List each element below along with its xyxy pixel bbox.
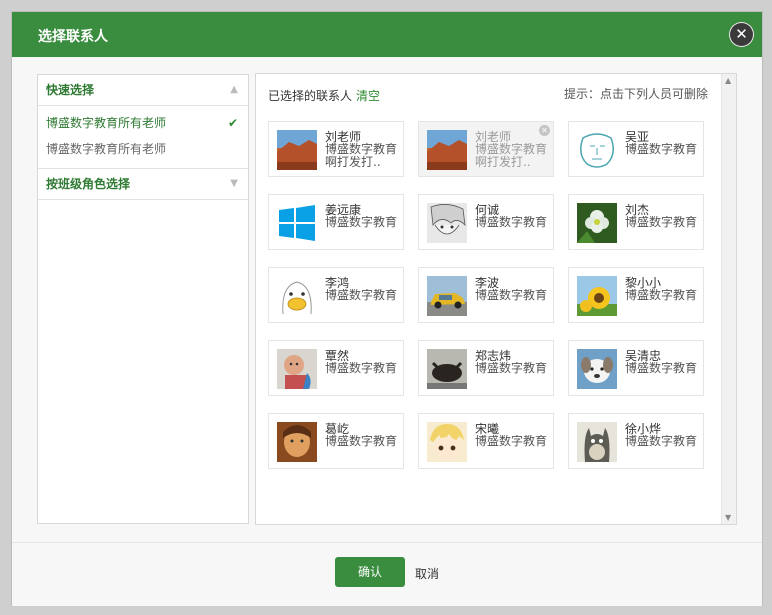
class-role-select-label: 按班级角色选择 bbox=[46, 177, 131, 191]
contact-card[interactable]: 刘老师 博盛数字教育啊打发打.. bbox=[268, 121, 404, 177]
bull-avatar bbox=[427, 349, 467, 389]
desert-rock-avatar bbox=[427, 130, 467, 170]
contact-card[interactable]: 吴清忠 博盛数字教育 bbox=[568, 340, 704, 396]
contact-card[interactable]: 覃然 博盛数字教育 bbox=[268, 340, 404, 396]
contact-card[interactable]: 郑志炜 博盛数字教育 bbox=[418, 340, 554, 396]
selected-contacts-label: 已选择的联系人 bbox=[268, 89, 353, 103]
delete-hint: 提示：点击下列人员可删除 bbox=[563, 87, 708, 101]
quick-select-item-all-teachers-2[interactable]: 博盛数字教育所有老师 bbox=[38, 136, 248, 162]
close-icon[interactable]: ✕ bbox=[729, 22, 754, 47]
sketch-face-avatar bbox=[577, 130, 617, 170]
class-role-select-header[interactable]: 按班级角色选择 ▼ bbox=[38, 169, 248, 200]
selected-contacts-panel: 已选择的联系人 清空 提示：点击下列人员可删除 刘老师 博盛数字教育啊打发打.. … bbox=[255, 73, 737, 525]
chevron-down-icon: ▼ bbox=[230, 178, 238, 189]
contact-card[interactable]: 何诚 博盛数字教育 bbox=[418, 194, 554, 250]
contact-card[interactable]: 吴亚 博盛数字教育 bbox=[568, 121, 704, 177]
quick-select-item-label: 博盛数字教育所有老师 bbox=[46, 142, 167, 156]
contact-dept: 博盛数字教育 bbox=[475, 216, 548, 229]
contact-dept: 博盛数字教育 bbox=[475, 362, 548, 375]
clear-link[interactable]: 清空 bbox=[356, 89, 380, 103]
totoro-avatar bbox=[577, 422, 617, 462]
quick-select-item-all-teachers[interactable]: 博盛数字教育所有老师 ✔ bbox=[38, 110, 248, 136]
dialog-title: 选择联系人 bbox=[38, 29, 108, 45]
cancel-button[interactable]: 取消 bbox=[415, 565, 439, 582]
flower-avatar bbox=[577, 203, 617, 243]
quick-select-header[interactable]: 快速选择 ▲ bbox=[38, 75, 248, 106]
blonde-anime-avatar bbox=[427, 422, 467, 462]
dialog-titlebar: 选择联系人 ✕ bbox=[12, 12, 762, 57]
contact-dept: 博盛数字教育 bbox=[325, 362, 398, 375]
contact-card[interactable]: 宋曦 博盛数字教育 bbox=[418, 413, 554, 469]
scroll-up-icon[interactable]: ▲ bbox=[725, 76, 731, 85]
contact-dept: 博盛数字教育 bbox=[625, 362, 698, 375]
windows-logo-avatar bbox=[277, 203, 317, 243]
contact-card[interactable]: 葛屹 博盛数字教育 bbox=[268, 413, 404, 469]
contact-card[interactable]: 刘杰 博盛数字教育 bbox=[568, 194, 704, 250]
yellow-car-avatar bbox=[427, 276, 467, 316]
quick-select-label: 快速选择 bbox=[46, 83, 95, 97]
checkmark-icon: ✔ bbox=[227, 116, 238, 130]
chevron-up-icon: ▲ bbox=[230, 84, 238, 95]
contact-dept: 博盛数字教育啊打发打.. bbox=[325, 143, 398, 169]
contact-card[interactable]: 黎小小 博盛数字教育 bbox=[568, 267, 704, 323]
desert-rock-avatar bbox=[277, 130, 317, 170]
contact-card-selected[interactable]: 刘老师 博盛数字教育啊打发打.. ✕ bbox=[418, 121, 554, 177]
dialog-body: 快速选择 ▲ 博盛数字教育所有老师 ✔ 博盛数字教育所有老师 按班级角色选择 ▼… bbox=[12, 57, 762, 542]
contact-dept: 博盛数字教育 bbox=[625, 143, 698, 156]
cartoon-duck-avatar bbox=[277, 276, 317, 316]
select-contacts-dialog: 选择联系人 ✕ 快速选择 ▲ 博盛数字教育所有老师 ✔ 博盛数字教育所有老师 按… bbox=[12, 12, 762, 606]
contact-dept: 博盛数字教育 bbox=[625, 435, 698, 448]
sunflower-avatar bbox=[577, 276, 617, 316]
contact-dept: 博盛数字教育 bbox=[475, 435, 548, 448]
quick-select-panel: 快速选择 ▲ 博盛数字教育所有老师 ✔ 博盛数字教育所有老师 按班级角色选择 ▼ bbox=[37, 74, 249, 524]
remove-icon[interactable]: ✕ bbox=[539, 125, 550, 136]
contact-card[interactable]: 李鸿 博盛数字教育 bbox=[268, 267, 404, 323]
scroll-down-icon[interactable]: ▼ bbox=[725, 513, 731, 522]
contact-dept: 博盛数字教育啊打发打.. bbox=[475, 143, 548, 169]
contact-card[interactable]: 徐小烨 博盛数字教育 bbox=[568, 413, 704, 469]
quick-select-list: 博盛数字教育所有老师 ✔ 博盛数字教育所有老师 bbox=[38, 106, 248, 169]
contact-card[interactable]: 李波 博盛数字教育 bbox=[418, 267, 554, 323]
selected-contacts-header: 已选择的联系人 清空 bbox=[268, 87, 380, 104]
puppy-avatar bbox=[577, 349, 617, 389]
contact-list-scrollbar[interactable]: ▲ ▼ bbox=[721, 74, 736, 524]
contact-dept: 博盛数字教育 bbox=[625, 216, 698, 229]
baby-avatar bbox=[277, 349, 317, 389]
contact-dept: 博盛数字教育 bbox=[325, 435, 398, 448]
dialog-footer: 确认 取消 bbox=[12, 542, 762, 606]
contact-dept: 博盛数字教育 bbox=[325, 289, 398, 302]
quick-select-item-label: 博盛数字教育所有老师 bbox=[46, 116, 167, 130]
contact-dept: 博盛数字教育 bbox=[325, 216, 398, 229]
contact-card[interactable]: 姜远康 博盛数字教育 bbox=[268, 194, 404, 250]
anime-boy-avatar bbox=[427, 203, 467, 243]
contact-dept: 博盛数字教育 bbox=[625, 289, 698, 302]
contact-dept: 博盛数字教育 bbox=[475, 289, 548, 302]
warm-portrait-avatar bbox=[277, 422, 317, 462]
confirm-button[interactable]: 确认 bbox=[335, 557, 405, 587]
